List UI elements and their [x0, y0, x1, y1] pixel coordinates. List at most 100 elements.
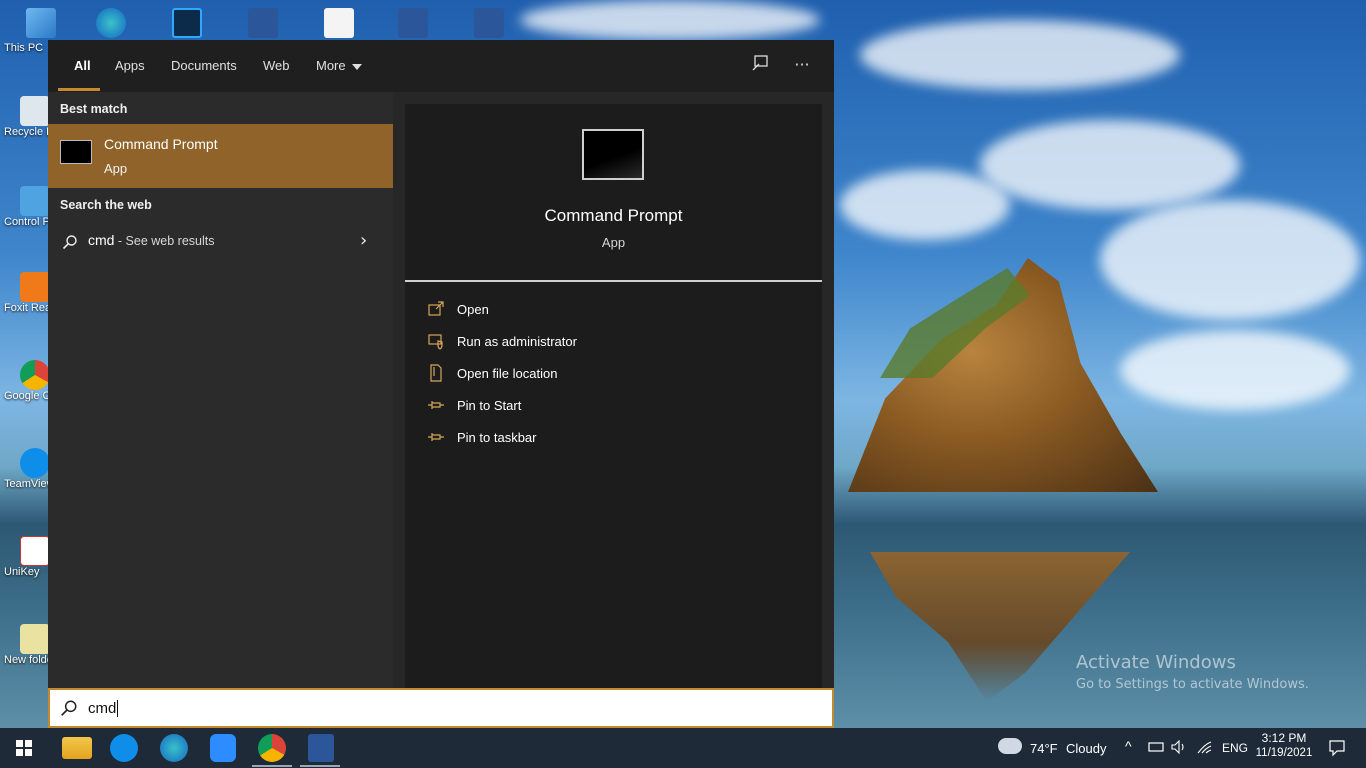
more-options-icon[interactable]: ···: [791, 54, 813, 76]
open-icon: [428, 301, 444, 316]
running-indicator: [300, 765, 340, 767]
foxit-reader-icon: [20, 272, 50, 302]
watermark-title: Activate Windows: [1076, 652, 1236, 673]
weather-condition[interactable]: Cloudy: [1066, 741, 1106, 756]
web-hint: - See web results: [114, 234, 215, 248]
tab-apps[interactable]: Apps: [115, 58, 145, 73]
active-tab-indicator: [58, 88, 100, 91]
windows-logo-pane: [25, 749, 32, 756]
unikey-icon: [20, 536, 50, 566]
action-run-as-administrator[interactable]: Run as administrator: [427, 332, 807, 356]
cloud: [980, 120, 1240, 210]
desktop-icon-unikey[interactable]: UniKey: [0, 536, 50, 578]
edge-taskbar-icon[interactable]: [160, 734, 188, 762]
desktop-icon-label: New folder: [4, 654, 57, 666]
chevron-right-icon: ›: [360, 230, 368, 251]
word-doc-icon[interactable]: [474, 8, 504, 38]
zalo-taskbar-icon[interactable]: [210, 734, 236, 762]
control-panel-icon: [20, 186, 50, 216]
desktop-icon-teamviewer[interactable]: TeamViewer: [0, 448, 64, 490]
action-pin-to-taskbar[interactable]: Pin to taskbar: [427, 428, 807, 452]
chrome-icon: [20, 360, 50, 390]
action-open[interactable]: Open: [427, 300, 807, 324]
desktop-icon-label: This PC: [4, 42, 44, 54]
desktop-icon-label: Foxit Reader: [4, 302, 67, 314]
web-result-text: cmd - See web results: [88, 232, 215, 248]
tab-documents[interactable]: Documents: [171, 58, 237, 73]
word-doc-icon[interactable]: [398, 8, 428, 38]
desktop-icon-label: Google Chrome: [4, 390, 82, 402]
teamviewer-icon: [20, 448, 50, 478]
search-input-value: cmd: [88, 700, 119, 717]
preview-title: Command Prompt: [544, 206, 683, 225]
photoshop-icon[interactable]: [172, 8, 202, 38]
tab-all[interactable]: All: [74, 58, 91, 73]
cloud: [520, 0, 820, 40]
teamviewer-taskbar-icon[interactable]: [110, 734, 138, 762]
start-button[interactable]: [16, 740, 32, 756]
action-label: Pin to taskbar: [457, 430, 537, 445]
command-prompt-icon: [60, 140, 92, 164]
action-open-file-location[interactable]: Open file location: [427, 364, 807, 388]
best-match-command-prompt[interactable]: Command Prompt App: [48, 124, 393, 188]
chrome-taskbar-icon[interactable]: [258, 734, 286, 762]
feedback-icon[interactable]: [749, 54, 771, 76]
search-icon: [62, 235, 77, 250]
best-match-subtitle: App: [104, 161, 128, 176]
web-query: cmd: [88, 232, 115, 248]
taskbar: 74°F Cloudy ^ ENG 3:12 PM 11/19/2021: [0, 728, 1366, 768]
preview-subtitle: App: [601, 235, 626, 250]
desktop-icon-control-panel[interactable]: Control Panel: [0, 186, 71, 228]
desktop-icon-google-chrome[interactable]: Google Chrome: [0, 360, 82, 402]
show-hidden-icons-chevron-icon[interactable]: ^: [1125, 738, 1132, 754]
word-doc-icon[interactable]: [248, 8, 278, 38]
best-match-title: Command Prompt: [104, 136, 218, 152]
results-list: Best match Command Prompt App Search the…: [48, 92, 393, 688]
pin-icon: [428, 433, 444, 441]
file-location-icon: [430, 364, 442, 382]
preview-divider: [405, 280, 822, 282]
tab-web[interactable]: Web: [263, 58, 290, 73]
preview-pane: Command Prompt App Open Run as administr…: [405, 104, 822, 688]
web-result-cmd[interactable]: cmd - See web results ›: [48, 226, 393, 260]
folder-icon: [20, 624, 50, 654]
network-icon[interactable]: [1147, 740, 1165, 754]
search-tabs: All Apps Documents Web More ···: [48, 40, 834, 92]
word-taskbar-icon[interactable]: [308, 734, 334, 762]
chevron-down-icon: [351, 63, 362, 70]
search-icon: [61, 700, 77, 716]
running-indicator: [252, 765, 292, 767]
cloud: [1120, 330, 1350, 410]
cloud: [860, 20, 1180, 90]
wifi-icon[interactable]: [1196, 740, 1212, 754]
recycle-bin-icon: [20, 96, 50, 126]
cloudy-weather-icon[interactable]: [998, 738, 1022, 754]
desktop-icon-new-folder[interactable]: New folder: [0, 624, 57, 666]
pin-icon: [428, 401, 444, 409]
cloud: [1100, 200, 1360, 320]
windows-logo-pane: [25, 740, 32, 747]
clock[interactable]: 3:12 PM 11/19/2021: [1252, 731, 1316, 759]
desktop-icon-label: Recycle Bin: [4, 126, 63, 138]
language-indicator[interactable]: ENG: [1222, 741, 1248, 755]
windows-logo-pane: [16, 749, 23, 756]
notification-center-icon[interactable]: [1328, 739, 1346, 757]
action-pin-to-start[interactable]: Pin to Start: [427, 396, 807, 420]
file-explorer-icon[interactable]: [62, 737, 92, 759]
weather-temperature[interactable]: 74°F: [1030, 741, 1058, 756]
start-search-panel: All Apps Documents Web More ··· Best mat…: [48, 40, 834, 728]
action-label: Open: [457, 302, 489, 317]
text-file-icon[interactable]: [324, 8, 354, 38]
search-input[interactable]: cmd: [48, 688, 834, 728]
activate-windows-watermark: Activate Windows Go to Settings to activ…: [1076, 652, 1309, 692]
tab-more[interactable]: More: [316, 58, 362, 73]
clock-time: 3:12 PM: [1261, 731, 1307, 745]
edge-icon[interactable]: [96, 8, 126, 38]
desktop-icon-this-pc[interactable]: This PC: [0, 40, 48, 54]
volume-icon[interactable]: [1171, 740, 1187, 754]
tab-more-label: More: [316, 58, 346, 73]
action-label: Run as administrator: [457, 334, 577, 349]
desktop-icon-recycle-bin[interactable]: Recycle Bin: [0, 96, 63, 138]
desktop-icon-foxit-reader[interactable]: Foxit Reader: [0, 272, 67, 314]
this-pc-icon[interactable]: [26, 8, 56, 38]
